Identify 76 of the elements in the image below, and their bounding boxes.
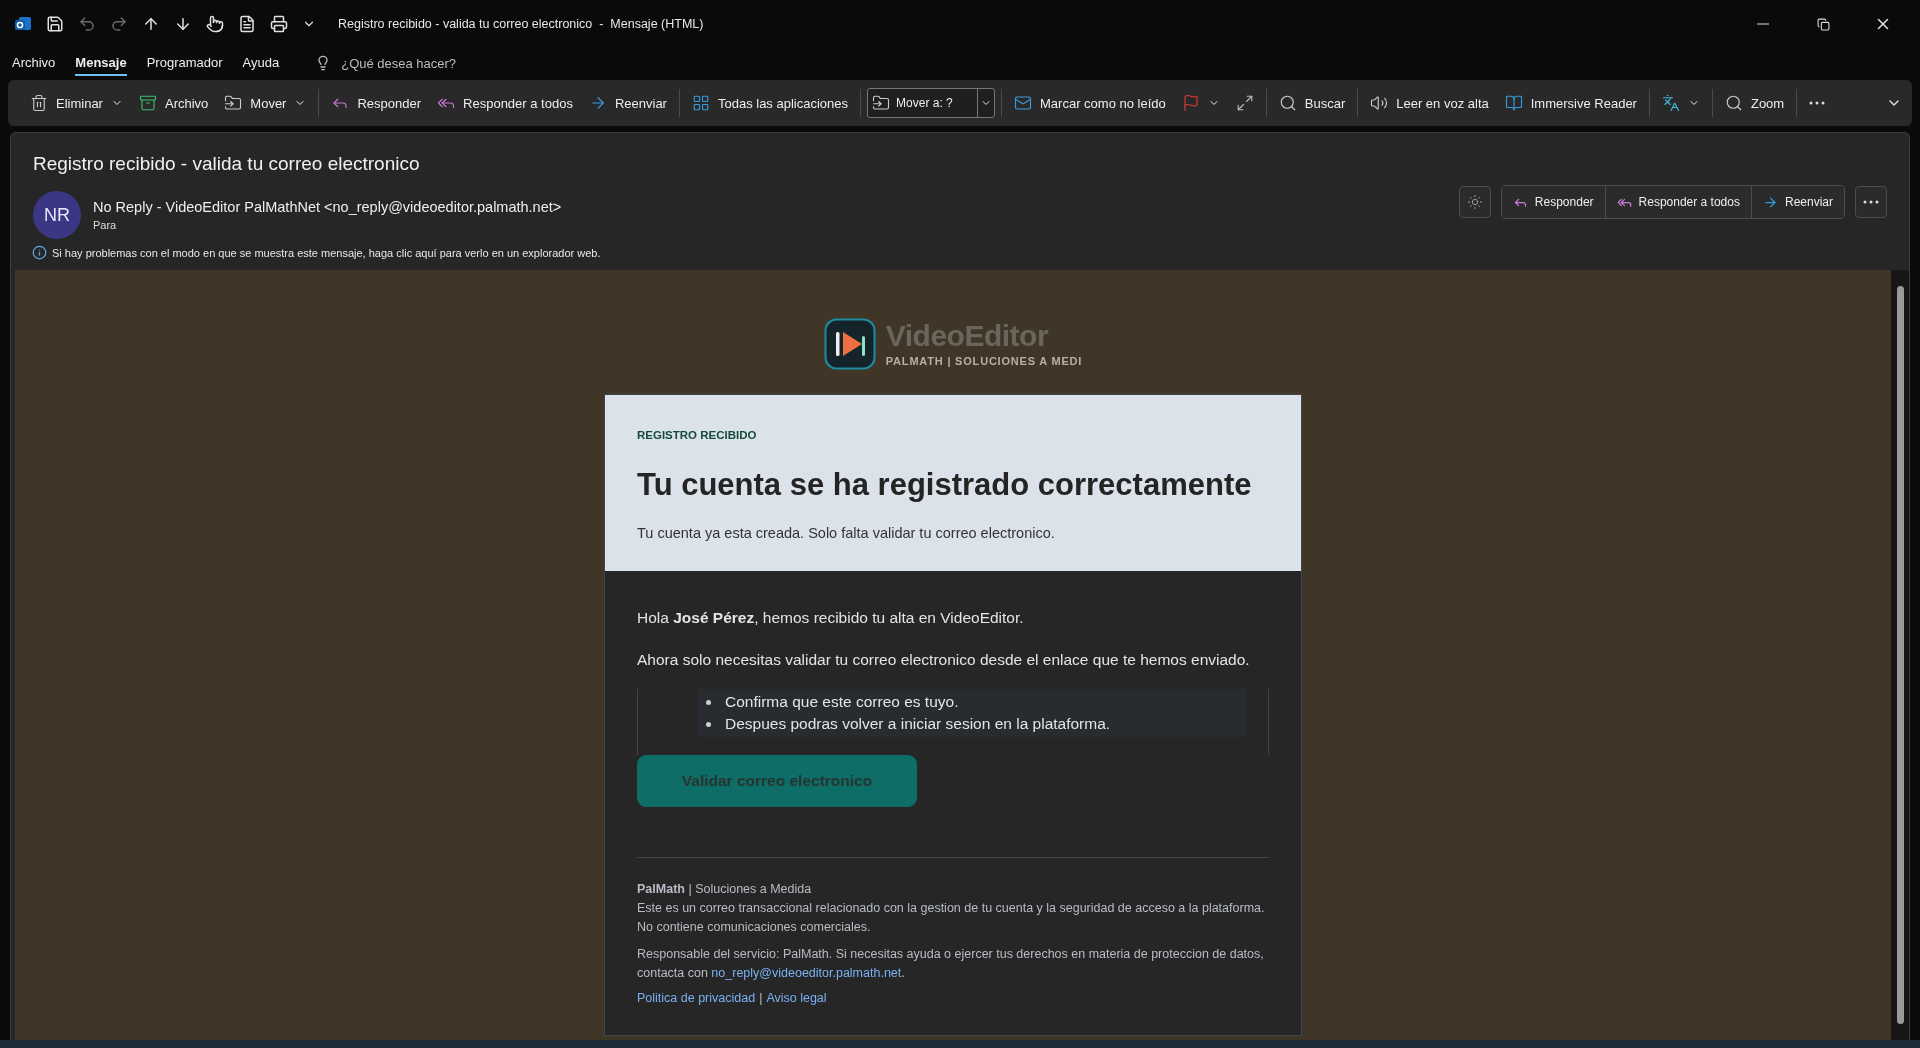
bullet-icon [706, 699, 711, 705]
translate-icon [1661, 94, 1680, 112]
link-separator: | [759, 991, 763, 1005]
ribbon-button[interactable]: Reenviar [582, 90, 673, 116]
list-item: Despues podras volver a iniciar sesion en la plataforma. [725, 715, 1111, 733]
ribbon-button[interactable]: Zoom [1718, 90, 1791, 116]
footer-link[interactable]: Politica de privacidad [637, 991, 756, 1005]
ribbon-button[interactable]: Marcar como no leído [1008, 90, 1172, 116]
undo-icon[interactable] [78, 15, 96, 33]
ribbon-button[interactable]: Buscar [1272, 90, 1352, 116]
ribbon-button[interactable]: Todas las aplicaciones [685, 90, 855, 116]
message-action-button[interactable]: Reenviar [1750, 186, 1844, 218]
sender-avatar: NR [33, 191, 81, 239]
message-action-button[interactable]: Responder [1501, 186, 1605, 218]
flag-icon [1181, 94, 1200, 112]
sender-name: No Reply - VideoEditor PalMathNet <no_reply@videoeditor.palmath.net> [93, 199, 562, 215]
menu-tab[interactable]: Programador [146, 50, 223, 76]
message-action-button[interactable]: Responder a todos [1604, 186, 1751, 218]
footer-brand: PalMath | Soluciones a Medida [637, 881, 813, 898]
search-field[interactable]: ¿Qué desea hacer? [339, 54, 500, 72]
footer-link[interactable]: Aviso legal [766, 991, 827, 1005]
arrow-right-icon [1762, 194, 1778, 210]
info-message[interactable]: Si hay problemas con el modo en que se muestra este mensaje, haga clic aquí para verlo en un explorador web. [52, 246, 601, 259]
menu-tab[interactable]: Mensaje [75, 50, 127, 76]
envelope-icon [1014, 94, 1033, 112]
scroll-thumb[interactable] [1896, 286, 1904, 1024]
speaker-icon [1370, 94, 1389, 112]
ribbon-button[interactable]: Leer en voz alta [1364, 90, 1495, 116]
folder-icon [872, 94, 891, 112]
recipient-label: Para [93, 219, 118, 231]
magnifier-icon [1724, 94, 1743, 112]
more-icon [1809, 101, 1826, 105]
arrow-down-icon[interactable] [174, 15, 192, 33]
folder-icon [224, 94, 243, 112]
theme-button[interactable] [1458, 186, 1491, 218]
more-icon [1863, 200, 1879, 204]
greeting-text: Hola José Pérez, hemos recibido tu alta en VideoEditor. [637, 609, 1025, 627]
outlook-logo-icon [14, 15, 32, 33]
ribbon-button[interactable]: Archivo [132, 90, 215, 116]
body-paragraph: Ahora solo necesitas validar tu correo electronico desde el enlace que te hemos enviado. [637, 651, 1251, 669]
book-icon [1504, 94, 1523, 112]
search-icon [1278, 94, 1297, 112]
grid-icon [691, 94, 710, 112]
trash-icon [30, 94, 48, 112]
video-logo-icon [823, 318, 876, 370]
footer-responsible: Responsable del servicio: PalMath. Si necesitas ayuda o ejercer tus derechos en materia de proteccion de datos, contacta con no_reply@videoeditor.palmath.net. [637, 946, 1265, 982]
save-icon[interactable] [46, 15, 64, 33]
minimize-icon [1757, 23, 1769, 25]
email-heading: Tu cuenta se ha registrado correctamente [637, 467, 1253, 503]
ribbon-button[interactable]: Immersive Reader [1498, 90, 1643, 116]
menu-tab[interactable]: Archivo [12, 50, 56, 76]
message-subject: Registro recibido - valida tu correo electronico [33, 153, 421, 175]
move-combo[interactable]: Mover a: ? [867, 88, 996, 118]
printer-icon[interactable] [270, 15, 288, 33]
ribbon-button[interactable]: Mover [218, 90, 313, 116]
bullet-icon [706, 721, 711, 727]
info-icon [32, 245, 47, 260]
sun-icon [1466, 194, 1483, 210]
more-button[interactable] [1855, 186, 1887, 218]
document-icon[interactable] [238, 15, 256, 33]
scrollbar[interactable] [1891, 270, 1909, 1040]
ribbon-button[interactable]: Responder a todos [431, 90, 579, 116]
restore-icon [1816, 17, 1830, 31]
menu-tab[interactable]: Ayuda [242, 50, 280, 76]
eyebrow-text: REGISTRO RECIBIDO [637, 429, 758, 441]
ribbon-button[interactable]: Responder [325, 90, 428, 116]
touch-icon[interactable] [206, 15, 224, 33]
footer-notice: Este es un correo transaccional relacionado con la gestion de tu cuenta y la seguridad de acceso a la plataforma. No contiene comunicaciones comerciales. [637, 900, 1266, 936]
redo-icon[interactable] [110, 15, 128, 33]
email-subheading: Tu cuenta ya esta creada. Solo falta validar tu correo electronico. [637, 525, 1056, 541]
list-item: Confirma que este correo es tuyo. [725, 693, 959, 711]
archive-icon [138, 94, 157, 112]
window-title: Registro recibido - valida tu correo electronico - Mensaje (HTML) [338, 17, 705, 31]
logo-tagline: PALMATH | SOLUCIONES A MEDI [885, 355, 1083, 367]
expand-icon [1235, 94, 1254, 112]
ribbon-button[interactable]: Eliminar [24, 90, 129, 116]
